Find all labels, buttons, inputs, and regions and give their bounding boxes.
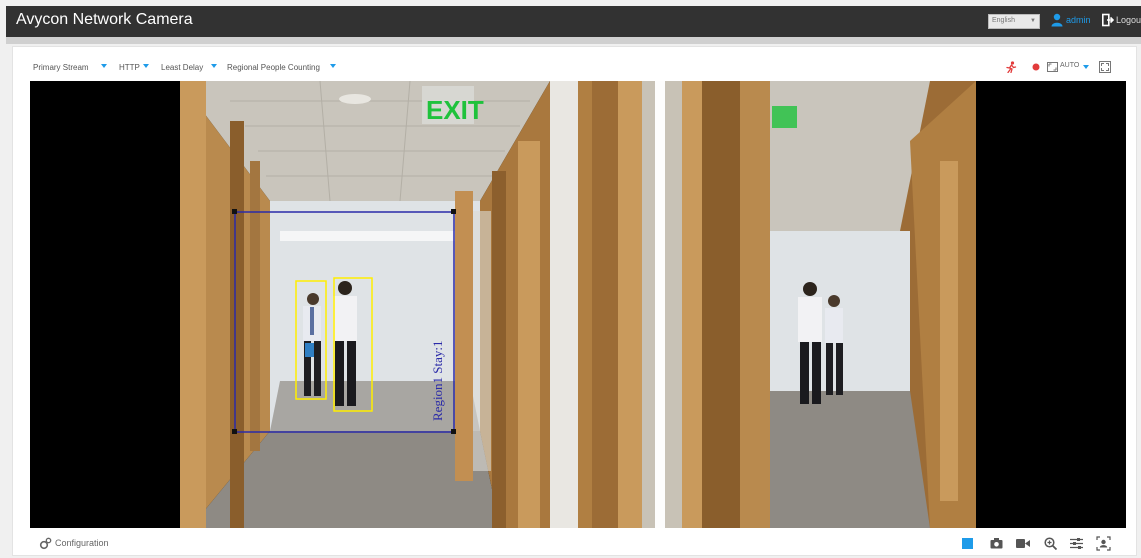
chevron-down-icon: ▼ — [1030, 18, 1036, 24]
camera-view-image: EXIT Region1 Stay:1 — [180, 81, 976, 528]
stream-chevron-down-icon[interactable] — [101, 64, 107, 68]
user-icon[interactable] — [1051, 13, 1063, 27]
video-feed[interactable]: EXIT Region1 Stay:1 — [30, 81, 1126, 528]
mode-chevron-down-icon[interactable] — [330, 64, 336, 68]
logout-icon[interactable] — [1102, 13, 1114, 27]
delay-chevron-down-icon[interactable] — [211, 64, 217, 68]
exit-sign-text: EXIT — [426, 95, 484, 125]
configuration-link[interactable]: Configuration — [55, 538, 109, 548]
protocol-select[interactable]: HTTP — [119, 63, 140, 72]
delay-select[interactable]: Least Delay — [161, 63, 203, 72]
language-select[interactable]: English ▼ — [988, 14, 1040, 29]
right-scene — [592, 81, 976, 528]
stream-select[interactable]: Primary Stream — [33, 63, 89, 72]
face-detect-icon[interactable] — [1096, 536, 1111, 551]
record-dot-icon[interactable] — [1032, 63, 1040, 71]
mode-select[interactable]: Regional People Counting — [227, 63, 320, 72]
video-record-icon[interactable] — [1016, 539, 1030, 548]
zoom-icon[interactable] — [1044, 537, 1057, 550]
language-value: English — [992, 17, 1015, 24]
zoom-mode-select[interactable]: AUTO — [1060, 62, 1079, 69]
window-icon[interactable] — [1047, 62, 1058, 72]
stop-icon[interactable] — [962, 538, 973, 549]
zoom-mode-chevron-down-icon[interactable] — [1083, 65, 1089, 69]
running-person-icon[interactable] — [1005, 61, 1017, 73]
sliders-icon[interactable] — [1070, 537, 1083, 550]
top-header: Avycon Network Camera English ▼ admin Lo… — [6, 6, 1141, 37]
gear-icon[interactable] — [39, 537, 52, 550]
protocol-chevron-down-icon[interactable] — [143, 64, 149, 68]
app-title: Avycon Network Camera — [16, 11, 193, 28]
user-name-link[interactable]: admin — [1066, 15, 1091, 25]
header-divider — [6, 37, 1141, 44]
camera-icon[interactable] — [990, 538, 1003, 549]
region-label: Region1 Stay:1 — [430, 340, 445, 421]
logout-link[interactable]: Logout — [1116, 15, 1141, 25]
fullscreen-icon[interactable] — [1099, 61, 1111, 73]
